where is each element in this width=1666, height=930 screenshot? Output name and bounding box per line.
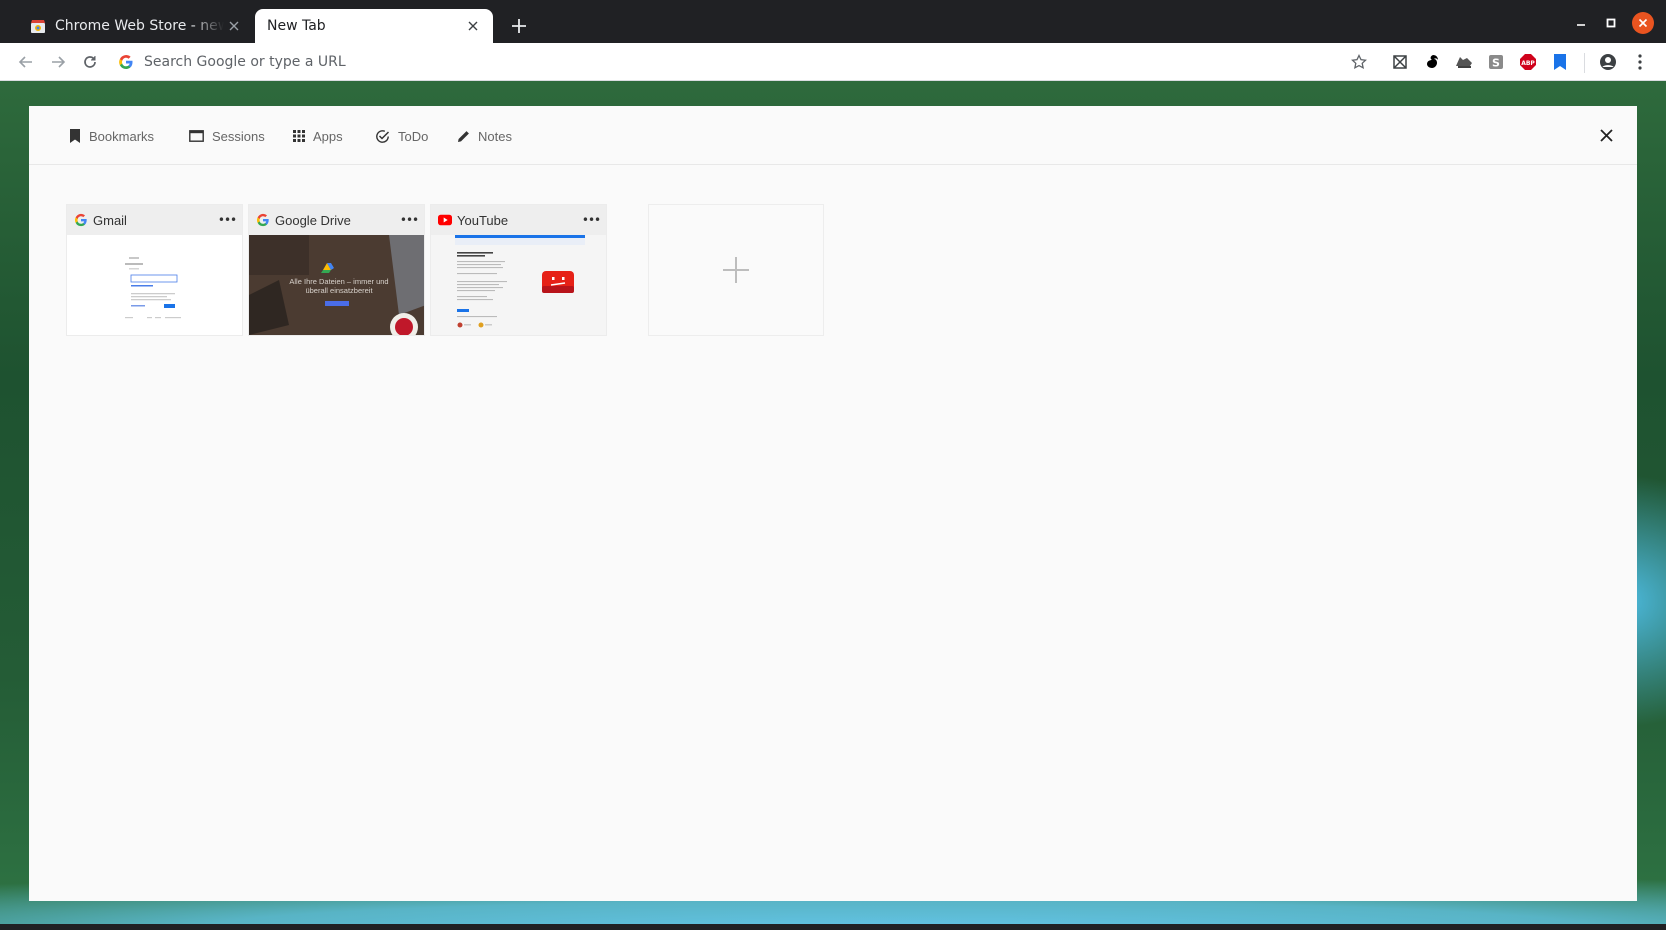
profile-button[interactable] bbox=[1596, 50, 1620, 74]
nav-sessions[interactable]: Sessions bbox=[189, 126, 265, 146]
window-close-button[interactable] bbox=[1632, 12, 1654, 34]
apps-grid-icon bbox=[293, 130, 305, 142]
tile-header: YouTube ••• bbox=[431, 205, 606, 235]
speed-dial-tile-google-drive[interactable]: Google Drive ••• Alle Ihre Dateien – imm… bbox=[248, 204, 425, 336]
toolbar-divider bbox=[1584, 53, 1585, 73]
nav-apps[interactable]: Apps bbox=[293, 126, 343, 146]
google-icon bbox=[256, 213, 269, 227]
more-vert-icon bbox=[1638, 54, 1642, 70]
arrow-forward-icon bbox=[52, 56, 66, 68]
tile-thumbnail bbox=[431, 235, 606, 335]
tab-close-icon[interactable] bbox=[463, 16, 483, 36]
close-icon bbox=[1638, 18, 1648, 28]
add-speed-dial-button[interactable] bbox=[648, 204, 824, 336]
nav-todo[interactable]: ToDo bbox=[375, 126, 428, 146]
tile-title: YouTube bbox=[457, 212, 509, 228]
nav-label: Bookmarks bbox=[89, 128, 155, 144]
plus-icon bbox=[512, 19, 526, 33]
tab-close-icon[interactable] bbox=[224, 16, 244, 36]
tile-thumbnail: Alle Ihre Dateien – immer und überall ei… bbox=[249, 235, 424, 335]
tile-header: Google Drive ••• bbox=[249, 205, 424, 235]
tab-strip: Chrome Web Store - new tab New Tab bbox=[0, 0, 1666, 43]
tab-chrome-web-store[interactable]: Chrome Web Store - new tab bbox=[18, 9, 254, 43]
tile-thumbnail bbox=[67, 235, 242, 335]
google-icon bbox=[74, 213, 87, 227]
forward-button[interactable] bbox=[46, 50, 70, 74]
s-extension-icon[interactable]: S bbox=[1486, 52, 1506, 72]
speed-dial-tile-gmail[interactable]: Gmail ••• bbox=[66, 204, 243, 336]
minimize-button[interactable] bbox=[1570, 12, 1592, 34]
tile-menu-button[interactable]: ••• bbox=[400, 213, 419, 227]
panel-nav: Bookmarks Sessions Apps ToDo Notes bbox=[29, 106, 1637, 165]
close-icon bbox=[1599, 128, 1613, 142]
reload-button[interactable] bbox=[78, 50, 102, 74]
tile-header: Gmail ••• bbox=[67, 205, 242, 235]
puzzle-extension-icon[interactable] bbox=[1390, 52, 1410, 72]
maximize-button[interactable] bbox=[1600, 12, 1622, 34]
adblock-plus-icon[interactable]: ABP bbox=[1518, 52, 1538, 72]
svg-text:S: S bbox=[1492, 57, 1500, 70]
tab-title: Chrome Web Store - new tab bbox=[55, 18, 224, 34]
thumbnail-caption: Alle Ihre Dateien – immer und überall ei… bbox=[289, 277, 389, 295]
nav-label: Notes bbox=[478, 128, 512, 144]
thumbnail-image bbox=[455, 235, 585, 328]
nav-label: Apps bbox=[313, 128, 343, 144]
tile-title: Google Drive bbox=[275, 212, 351, 228]
omnibox[interactable]: Search Google or type a URL bbox=[118, 47, 1358, 77]
window-border bbox=[0, 924, 1666, 930]
nav-label: Sessions bbox=[212, 128, 265, 144]
browser-toolbar: Search Google or type a URL S ABP bbox=[0, 43, 1666, 81]
gnome-extension-icon[interactable] bbox=[1422, 52, 1442, 72]
pencil-icon bbox=[458, 130, 469, 142]
bookmark-star-button[interactable] bbox=[1347, 50, 1371, 74]
browser-menu-button[interactable] bbox=[1628, 50, 1652, 74]
tab-new-tab[interactable]: New Tab bbox=[255, 9, 493, 43]
speed-dial-tile-youtube[interactable]: YouTube ••• bbox=[430, 204, 607, 336]
nav-bookmarks[interactable]: Bookmarks bbox=[69, 126, 154, 146]
check-circle-icon bbox=[376, 129, 390, 143]
speed-dial-panel: Bookmarks Sessions Apps ToDo Notes Gmail… bbox=[29, 106, 1637, 901]
window-icon bbox=[189, 130, 204, 142]
bookmark-icon bbox=[70, 129, 80, 143]
shoe-extension-icon[interactable] bbox=[1454, 52, 1474, 72]
star-icon bbox=[1351, 54, 1367, 70]
nav-notes[interactable]: Notes bbox=[457, 126, 512, 146]
chrome-web-store-icon bbox=[31, 20, 45, 33]
minimize-icon bbox=[1577, 24, 1585, 26]
youtube-icon bbox=[438, 214, 452, 226]
arrow-back-icon bbox=[18, 56, 32, 68]
svg-text:ABP: ABP bbox=[1521, 60, 1535, 67]
thumbnail-image bbox=[125, 257, 181, 319]
tile-title: Gmail bbox=[93, 212, 127, 228]
nav-label: ToDo bbox=[398, 128, 429, 144]
new-tab-button[interactable] bbox=[507, 14, 531, 38]
panel-close-button[interactable] bbox=[1595, 124, 1617, 146]
tab-title: New Tab bbox=[267, 18, 326, 34]
maximize-icon bbox=[1606, 18, 1616, 28]
tile-menu-button[interactable]: ••• bbox=[582, 213, 601, 227]
back-button[interactable] bbox=[14, 50, 38, 74]
reload-icon bbox=[84, 56, 96, 68]
bookmark-extension-icon[interactable] bbox=[1550, 52, 1570, 72]
account-circle-icon bbox=[1600, 54, 1616, 70]
google-icon bbox=[119, 55, 133, 69]
omnibox-placeholder: Search Google or type a URL bbox=[144, 54, 346, 70]
plus-icon bbox=[723, 257, 749, 283]
tile-menu-button[interactable]: ••• bbox=[218, 213, 237, 227]
